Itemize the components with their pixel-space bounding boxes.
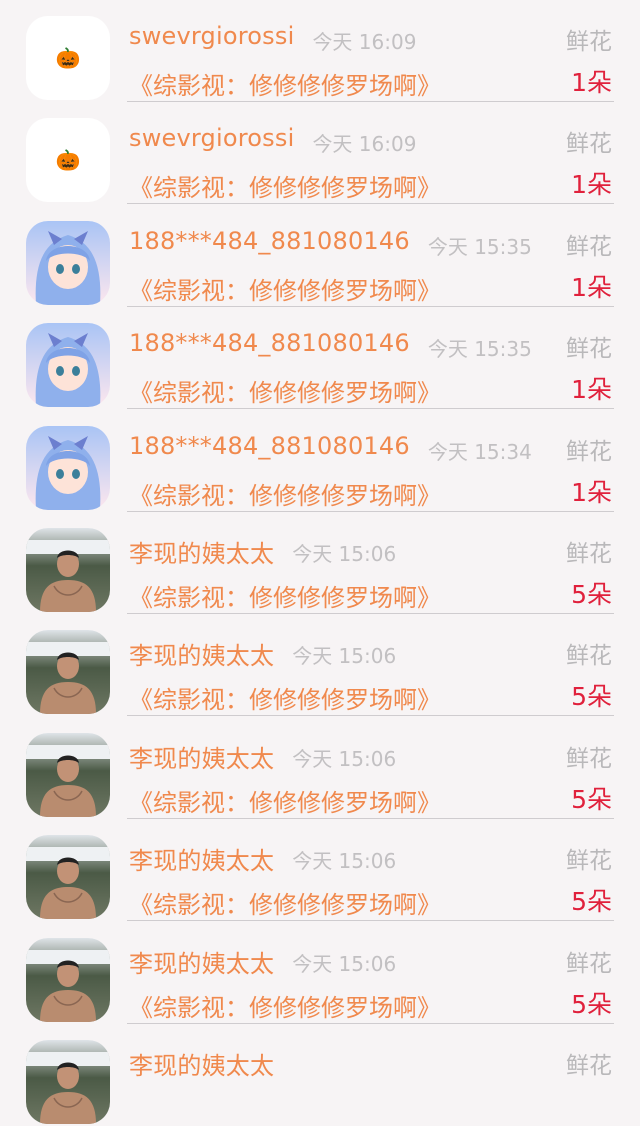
gift-count: 5朵 bbox=[571, 887, 612, 917]
gift-type-label: 鲜花 bbox=[566, 643, 612, 670]
timestamp: 今天 15:06 bbox=[292, 644, 397, 669]
gift-type-label: 鲜花 bbox=[566, 29, 612, 55]
avatar[interactable] bbox=[26, 425, 110, 510]
list-item[interactable]: 188***484_881080146 今天 15:34 鲜花《综影视：修修修修罗场… bbox=[0, 410, 640, 512]
gift-count: 1朵 bbox=[571, 477, 612, 507]
gift-count: 1朵 bbox=[571, 170, 612, 200]
sender-name[interactable]: 李现的姨太太 bbox=[129, 1046, 274, 1081]
book-title[interactable]: 《综影视：修修修修罗场啊》 bbox=[129, 988, 441, 1023]
list-item[interactable]: 李现的姨太太 今天 15:06 鲜花《综影视：修修修修罗场啊》 5朵 bbox=[0, 819, 640, 922]
book-title[interactable]: 《综影视：修修修修罗场啊》 bbox=[129, 680, 441, 715]
avatar[interactable] bbox=[26, 937, 110, 1022]
avatar[interactable] bbox=[26, 732, 110, 817]
gift-type-label: 鲜花 bbox=[566, 336, 612, 363]
list-item[interactable]: 李现的姨太太 鲜花 bbox=[0, 1024, 640, 1126]
sender-name[interactable]: 李现的姨太太 bbox=[129, 841, 274, 876]
gift-type-label: 鲜花 bbox=[566, 438, 612, 465]
list-item[interactable]: 188***484_881080146 今天 15:35 鲜花《综影视：修修修修罗场… bbox=[0, 307, 640, 410]
gift-record-list: 🎃 swevrgiorossi 今天 16:09 鲜花 《综影视：修修修修罗场啊》 1朵 🎃… bbox=[0, 0, 640, 1126]
sender-name[interactable]: 188***484_881080146 bbox=[129, 432, 410, 460]
gift-count: 5朵 bbox=[571, 784, 612, 814]
list-item[interactable]: 李现的姨太太 今天 15:06 鲜花《综影视：修修修修罗场啊》 5朵 bbox=[0, 512, 640, 614]
book-title[interactable]: 《综影视：修修修修罗场啊》 bbox=[129, 476, 441, 511]
gift-type-label: 鲜花 bbox=[566, 745, 612, 772]
gift-type-label: 鲜花 bbox=[566, 950, 612, 977]
pumpkin-icon: 🎃 bbox=[55, 148, 81, 173]
pumpkin-icon: 🎃 bbox=[55, 46, 81, 70]
book-title[interactable]: 《综影视：修修修修罗场啊》 bbox=[129, 578, 441, 613]
book-title[interactable]: 《综影视：修修修修罗场啊》 bbox=[129, 885, 441, 920]
gift-type-label: 鲜花 bbox=[566, 233, 612, 260]
sender-name[interactable]: 188***484_881080146 bbox=[129, 227, 410, 255]
sender-name[interactable]: 李现的姨太太 bbox=[129, 636, 274, 671]
list-item[interactable]: 🎃 swevrgiorossi 今天 16:09 鲜花《综影视：修修修修罗场啊》 1朵 bbox=[0, 0, 640, 102]
sender-name[interactable]: 李现的姨太太 bbox=[129, 534, 274, 569]
avatar[interactable] bbox=[26, 1039, 110, 1124]
list-item[interactable]: 李现的姨太太 今天 15:06 鲜花《综影视：修修修修罗场啊》 5朵 bbox=[0, 922, 640, 1024]
sender-name[interactable]: 李现的姨太太 bbox=[129, 739, 274, 774]
gift-type-label: 鲜花 bbox=[566, 848, 612, 875]
list-item[interactable]: 李现的姨太太 今天 15:06 鲜花《综影视：修修修修罗场啊》 5朵 bbox=[0, 717, 640, 819]
gift-count: 1朵 bbox=[571, 272, 612, 302]
avatar[interactable] bbox=[26, 323, 110, 408]
gift-count: 5朵 bbox=[571, 579, 612, 609]
timestamp: 今天 15:34 bbox=[427, 439, 532, 464]
sender-name[interactable]: 188***484_881080146 bbox=[129, 329, 410, 357]
timestamp: 今天 15:06 bbox=[292, 541, 397, 566]
timestamp: 今天 15:06 bbox=[292, 951, 397, 976]
book-title[interactable]: 《综影视：修修修修罗场啊》 bbox=[129, 271, 441, 306]
timestamp: 今天 15:35 bbox=[427, 234, 532, 259]
pumpkin-avatar[interactable]: 🎃 bbox=[26, 118, 110, 203]
sender-name[interactable]: swevrgiorossi bbox=[129, 124, 294, 152]
sender-name[interactable]: 李现的姨太太 bbox=[129, 944, 274, 979]
list-item[interactable]: 188***484_881080146 今天 15:35 鲜花《综影视：修修修修罗场… bbox=[0, 205, 640, 307]
gift-type-label: 鲜花 bbox=[566, 131, 612, 158]
gift-count: 5朵 bbox=[571, 682, 612, 712]
timestamp: 今天 15:35 bbox=[427, 337, 532, 362]
sender-name[interactable]: swevrgiorossi bbox=[129, 22, 294, 50]
book-title[interactable]: 《综影视：修修修修罗场啊》 bbox=[129, 783, 441, 818]
gift-count: 1朵 bbox=[571, 375, 612, 405]
gift-type-label: 鲜花 bbox=[566, 540, 612, 567]
avatar[interactable] bbox=[26, 835, 110, 920]
book-title[interactable]: 《综影视：修修修修罗场啊》 bbox=[129, 373, 441, 408]
avatar[interactable] bbox=[26, 630, 110, 715]
list-item[interactable]: 李现的姨太太 今天 15:06 鲜花《综影视：修修修修罗场啊》 5朵 bbox=[0, 614, 640, 717]
gift-count: 5朵 bbox=[571, 989, 612, 1019]
gift-type-label: 鲜花 bbox=[566, 1052, 612, 1079]
timestamp: 今天 16:09 bbox=[312, 132, 417, 157]
timestamp: 今天 15:06 bbox=[292, 849, 397, 874]
pumpkin-avatar[interactable]: 🎃 bbox=[26, 16, 110, 100]
gift-count: 1朵 bbox=[571, 68, 612, 97]
list-item[interactable]: 🎃 swevrgiorossi 今天 16:09 鲜花《综影视：修修修修罗场啊》 1朵 bbox=[0, 102, 640, 205]
book-title[interactable]: 《综影视：修修修修罗场啊》 bbox=[129, 66, 441, 101]
avatar[interactable] bbox=[26, 527, 110, 612]
book-title[interactable]: 《综影视：修修修修罗场啊》 bbox=[129, 168, 441, 203]
avatar[interactable] bbox=[26, 220, 110, 305]
timestamp: 今天 15:06 bbox=[292, 746, 397, 771]
timestamp: 今天 16:09 bbox=[312, 30, 417, 54]
